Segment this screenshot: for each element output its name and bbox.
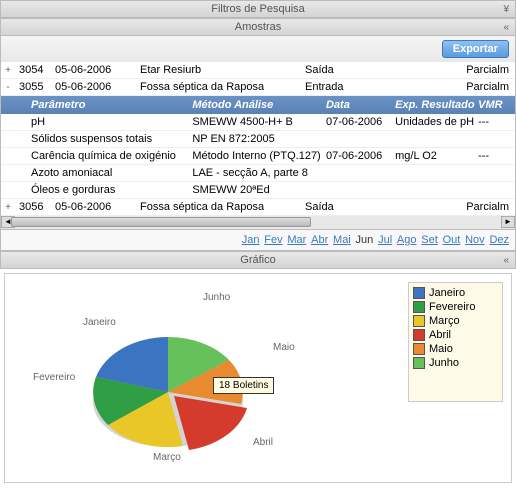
scroll-thumb[interactable]	[11, 217, 311, 227]
month-pager: Jan Fev Mar Abr Mai Jun Jul Ago Set Out …	[0, 230, 516, 251]
legend-item: Junho	[413, 357, 498, 369]
sample-date: 05-06-2006	[55, 64, 140, 76]
sample-code: 3054	[15, 64, 55, 76]
expand-row-icon[interactable]: +	[1, 65, 15, 76]
sample-status: Parcialm	[395, 64, 515, 76]
month-link[interactable]: Mai	[333, 234, 351, 246]
sample-desc: Fossa séptica da Raposa	[140, 201, 305, 213]
expand-row-icon[interactable]: +	[1, 202, 15, 213]
month-link[interactable]: Mar	[287, 234, 306, 246]
sample-desc: Etar Resiurb	[140, 64, 305, 76]
legend-item: Fevereiro	[413, 301, 498, 313]
collapse-samples-icon[interactable]: «	[503, 22, 509, 33]
sample-code: 3055	[15, 81, 55, 93]
slice-label: Junho	[203, 292, 230, 303]
sample-date: 05-06-2006	[55, 81, 140, 93]
parameter-row[interactable]: Óleos e gorduras SMEWW 20ªEd	[1, 182, 515, 199]
legend-item: Janeiro	[413, 287, 498, 299]
month-link[interactable]: Set	[421, 234, 438, 246]
chart-legend: Janeiro Fevereiro Março Abril Maio Junho	[408, 282, 503, 402]
col-vmr: VMR	[478, 99, 515, 111]
slice-label: Janeiro	[83, 317, 116, 328]
col-metodo: Método Análise	[192, 99, 326, 111]
legend-item: Abril	[413, 329, 498, 341]
table-row[interactable]: + 3056 05-06-2006 Fossa séptica da Rapos…	[1, 199, 515, 216]
scroll-right-icon[interactable]: ►	[501, 216, 515, 228]
filters-title: Filtros de Pesquisa	[211, 3, 305, 15]
chart-title: Gráfico	[240, 254, 275, 266]
legend-item: Março	[413, 315, 498, 327]
parameter-header: Parâmetro Método Análise Data Exp. Resul…	[1, 96, 515, 114]
month-link[interactable]: Abr	[311, 234, 328, 246]
slice-label: Abril	[253, 437, 273, 448]
export-button[interactable]: Exportar	[442, 40, 509, 58]
pie-chart: Junho Janeiro Fevereiro Março Abril Maio…	[13, 282, 408, 474]
filters-header[interactable]: Filtros de Pesquisa ¥	[0, 0, 516, 18]
month-link[interactable]: Ago	[397, 234, 417, 246]
samples-title: Amostras	[235, 21, 281, 33]
slice-label: Fevereiro	[33, 372, 75, 383]
horizontal-scrollbar[interactable]: ◄ ►	[0, 216, 516, 230]
parameter-row[interactable]: Sólidos suspensos totais NP EN 872:2005	[1, 131, 515, 148]
samples-grid: + 3054 05-06-2006 Etar Resiurb Saída Par…	[0, 62, 516, 216]
legend-item: Maio	[413, 343, 498, 355]
month-link[interactable]: Jan	[242, 234, 260, 246]
col-exp: Exp. Resultado	[395, 99, 478, 111]
table-row[interactable]: - 3055 05-06-2006 Fossa séptica da Rapos…	[1, 79, 515, 96]
parameter-row[interactable]: pH SMEWW 4500-H+ B 07-06-2006 Unidades d…	[1, 114, 515, 131]
month-link[interactable]: Dez	[489, 234, 509, 246]
chart-panel: Junho Janeiro Fevereiro Março Abril Maio…	[4, 273, 512, 483]
col-data: Data	[326, 99, 395, 111]
slice-label: Maio	[273, 342, 295, 353]
sample-status: Parcialm	[395, 81, 515, 93]
table-row[interactable]: + 3054 05-06-2006 Etar Resiurb Saída Par…	[1, 62, 515, 79]
chart-header[interactable]: Gráfico «	[0, 251, 516, 269]
parameter-row[interactable]: Carência química de oxigénio Método Inte…	[1, 148, 515, 165]
sample-desc: Fossa séptica da Raposa	[140, 81, 305, 93]
sample-status: Parcialm	[395, 201, 515, 213]
month-current: Jun	[356, 234, 374, 246]
month-link[interactable]: Out	[443, 234, 461, 246]
sample-dir: Saída	[305, 64, 395, 76]
parameter-row[interactable]: Azoto amoniacal LAE - secção A, parte 8	[1, 165, 515, 182]
collapse-chart-icon[interactable]: «	[503, 255, 509, 266]
chart-tooltip: 18 Boletins	[213, 377, 274, 394]
col-parametro: Parâmetro	[31, 99, 192, 111]
month-link[interactable]: Nov	[465, 234, 485, 246]
collapse-row-icon[interactable]: -	[1, 82, 15, 93]
month-link[interactable]: Jul	[378, 234, 392, 246]
samples-toolbar: Exportar	[0, 36, 516, 62]
sample-dir: Saída	[305, 201, 395, 213]
month-link[interactable]: Fev	[264, 234, 282, 246]
sample-dir: Entrada	[305, 81, 395, 93]
expand-filters-icon[interactable]: ¥	[503, 4, 509, 15]
slice-label: Março	[153, 452, 181, 463]
sample-date: 05-06-2006	[55, 201, 140, 213]
sample-code: 3056	[15, 201, 55, 213]
samples-header[interactable]: Amostras «	[0, 18, 516, 36]
